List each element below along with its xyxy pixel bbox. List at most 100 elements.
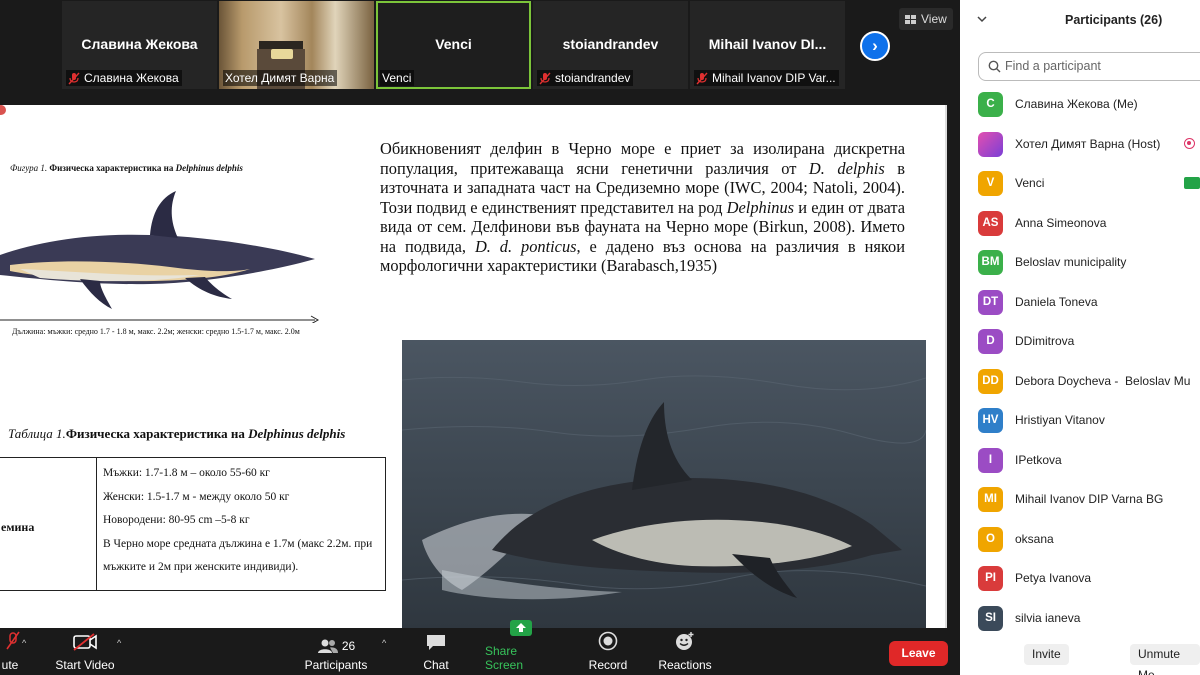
start-video-label: Start Video (55, 658, 115, 672)
avatar (978, 131, 1003, 157)
characteristics-table: емина Мъжки: 1.7-1.8 м – около 55-60 кг … (0, 457, 386, 591)
host-badge-icon (1184, 137, 1195, 149)
video-tile[interactable]: Хотел Димят Варна (219, 1, 374, 89)
participant-row[interactable]: BM Beloslav municipality (960, 242, 1200, 282)
participant-row[interactable]: DD Debora Doycheva - Beloslav Mu (960, 361, 1200, 401)
next-page-button[interactable]: › (860, 31, 890, 61)
tile-caption-text: Славина Жекова (84, 71, 179, 85)
participants-panel-header: Participants (26) (960, 0, 1200, 40)
meeting-toolbar: ute ^ Start Video ^ 26 Participants ^ Ch… (0, 620, 960, 675)
table-caption: Таблица 1.Физическа характеристика на De… (8, 426, 345, 442)
search-icon (988, 60, 1001, 78)
tile-caption: Хотел Димят Варна (223, 70, 338, 86)
participant-name: Daniela Toneva (1015, 294, 1098, 309)
invite-button[interactable]: Invite (1024, 644, 1069, 665)
video-thumbnail-strip: Славина Жекова Славина Жекова Хотел Димя… (62, 1, 845, 89)
table-rows: Мъжки: 1.7-1.8 м – около 55-60 кг Женски… (103, 462, 372, 580)
participant-row[interactable]: DT Daniela Toneva (960, 282, 1200, 322)
participant-name: oksana (1015, 531, 1054, 546)
participant-row[interactable]: HV Hristiyan Vitanov (960, 400, 1200, 440)
participant-row[interactable]: MI Mihail Ivanov DIP Varna BG (960, 479, 1200, 519)
grid-view-icon (905, 14, 916, 24)
participant-row[interactable]: I IPetkova (960, 440, 1200, 480)
video-tile[interactable]: Славина Жекова Славина Жекова (62, 1, 217, 89)
participant-name: Mihail Ivanov DIP Varna BG (1015, 492, 1164, 506)
participants-panel: Participants (26) С Славина Жекова (Me) … (960, 0, 1200, 675)
search-input[interactable] (1005, 59, 1195, 73)
share-screen-button[interactable]: Share Screen (485, 620, 557, 675)
avatar: V (978, 171, 1003, 196)
chevron-down-icon[interactable] (977, 12, 987, 26)
figure-caption-prefix: Фигура 1. (10, 163, 48, 173)
video-off-icon (72, 633, 98, 654)
avatar: MI (978, 487, 1003, 512)
avatar: I (978, 447, 1003, 473)
participant-row[interactable]: V Venci (960, 163, 1200, 203)
chevron-right-icon: › (872, 36, 878, 55)
chat-label: Chat (423, 658, 449, 672)
participant-name: Petya Ivanova (1015, 571, 1092, 585)
tile-name: Venci (435, 36, 472, 52)
video-tile[interactable]: Mihail Ivanov DI... Mihail Ivanov DIP Va… (690, 1, 845, 89)
table-row: В Черно море средната дължина е 1.7м (ма… (103, 537, 373, 550)
mic-muted-icon (68, 72, 80, 85)
participant-row[interactable]: AS Anna Simeonova (960, 203, 1200, 243)
participant-row[interactable]: O oksana (960, 519, 1200, 559)
find-participant-search[interactable] (978, 52, 1200, 81)
tile-caption: Venci (380, 70, 415, 86)
chat-button[interactable]: Chat (416, 628, 456, 675)
participant-row[interactable]: С Славина Жекова (Me) (960, 84, 1200, 124)
participants-count: 26 (341, 639, 356, 653)
participant-name: Славина Жекова (Me) (1015, 97, 1138, 111)
tile-caption-text: Mihail Ivanov DIP Var... (712, 71, 836, 85)
avatar: С (978, 92, 1003, 117)
chevron-up-icon[interactable]: ^ (22, 638, 26, 648)
screen-share-indicator-icon (0, 105, 6, 115)
record-icon (598, 631, 618, 654)
participant-name: Anna Simeonova (1015, 215, 1107, 230)
tile-caption-text: Хотел Димят Варна (225, 71, 335, 85)
chat-icon (425, 633, 447, 654)
participant-name: Hristiyan Vitanov (1015, 413, 1105, 427)
figure-caption-title: Физическа характеристика на (47, 163, 176, 173)
view-button[interactable]: View (899, 8, 953, 30)
table-row: Женски: 1.5-1.7 м - между около 50 кг (103, 490, 290, 503)
video-tile-active-speaker[interactable]: Venci Venci (376, 1, 531, 89)
participant-row[interactable]: PI Petya Ivanova (960, 558, 1200, 598)
participant-name: IPetkova (1015, 452, 1062, 467)
participant-row[interactable]: D DDimitrova (960, 321, 1200, 361)
dolphin-illustration (0, 191, 320, 323)
tile-name: Mihail Ivanov DI... (708, 36, 827, 52)
avatar: AS (978, 210, 1003, 236)
participants-panel-footer: Invite Unmute Me (960, 640, 1200, 675)
smiley-icon (674, 631, 696, 654)
chevron-up-icon[interactable]: ^ (382, 638, 386, 648)
figure-caption: Фигура 1. Физическа характеристика на De… (10, 163, 243, 173)
share-screen-label: Share Screen (485, 644, 524, 672)
participant-row[interactable]: Хотел Димят Варна (Host) (960, 124, 1200, 164)
avatar: DD (978, 368, 1003, 394)
shared-screen: Фигура 1. Физическа характеристика на De… (0, 105, 947, 628)
mic-muted-icon (6, 631, 20, 654)
table-row: Новородени: 80-95 cm –5-8 кг (103, 514, 250, 526)
participants-icon: 26 (317, 638, 355, 654)
participant-name: Venci (1015, 176, 1045, 190)
participants-button[interactable]: 26 Participants (303, 628, 369, 675)
unmute-me-button[interactable]: Unmute Me (1130, 644, 1200, 675)
tile-caption-text: Venci (382, 71, 412, 85)
presentation-slide: Фигура 1. Физическа характеристика на De… (0, 105, 945, 628)
tile-caption-text: stoiandrandev (555, 71, 631, 85)
mute-label: ute (1, 658, 19, 672)
mute-button[interactable]: ute (0, 628, 26, 675)
table-row-header: емина (1, 520, 35, 534)
leave-button[interactable]: Leave (889, 641, 948, 666)
record-button[interactable]: Record (586, 628, 630, 675)
reactions-button[interactable]: Reactions (657, 628, 713, 675)
start-video-button[interactable]: Start Video (54, 628, 116, 675)
participant-row[interactable]: SI silvia ianeva (960, 598, 1200, 638)
meeting-stage: Славина Жекова Славина Жекова Хотел Димя… (0, 0, 960, 675)
paragraph-italic: D. d. ponticus (474, 236, 577, 256)
video-tile[interactable]: stoiandrandev stoiandrandev (533, 1, 688, 89)
chevron-up-icon[interactable]: ^ (117, 638, 121, 648)
description-paragraph: Обикновеният делфин в Черно море е приет… (380, 139, 905, 276)
